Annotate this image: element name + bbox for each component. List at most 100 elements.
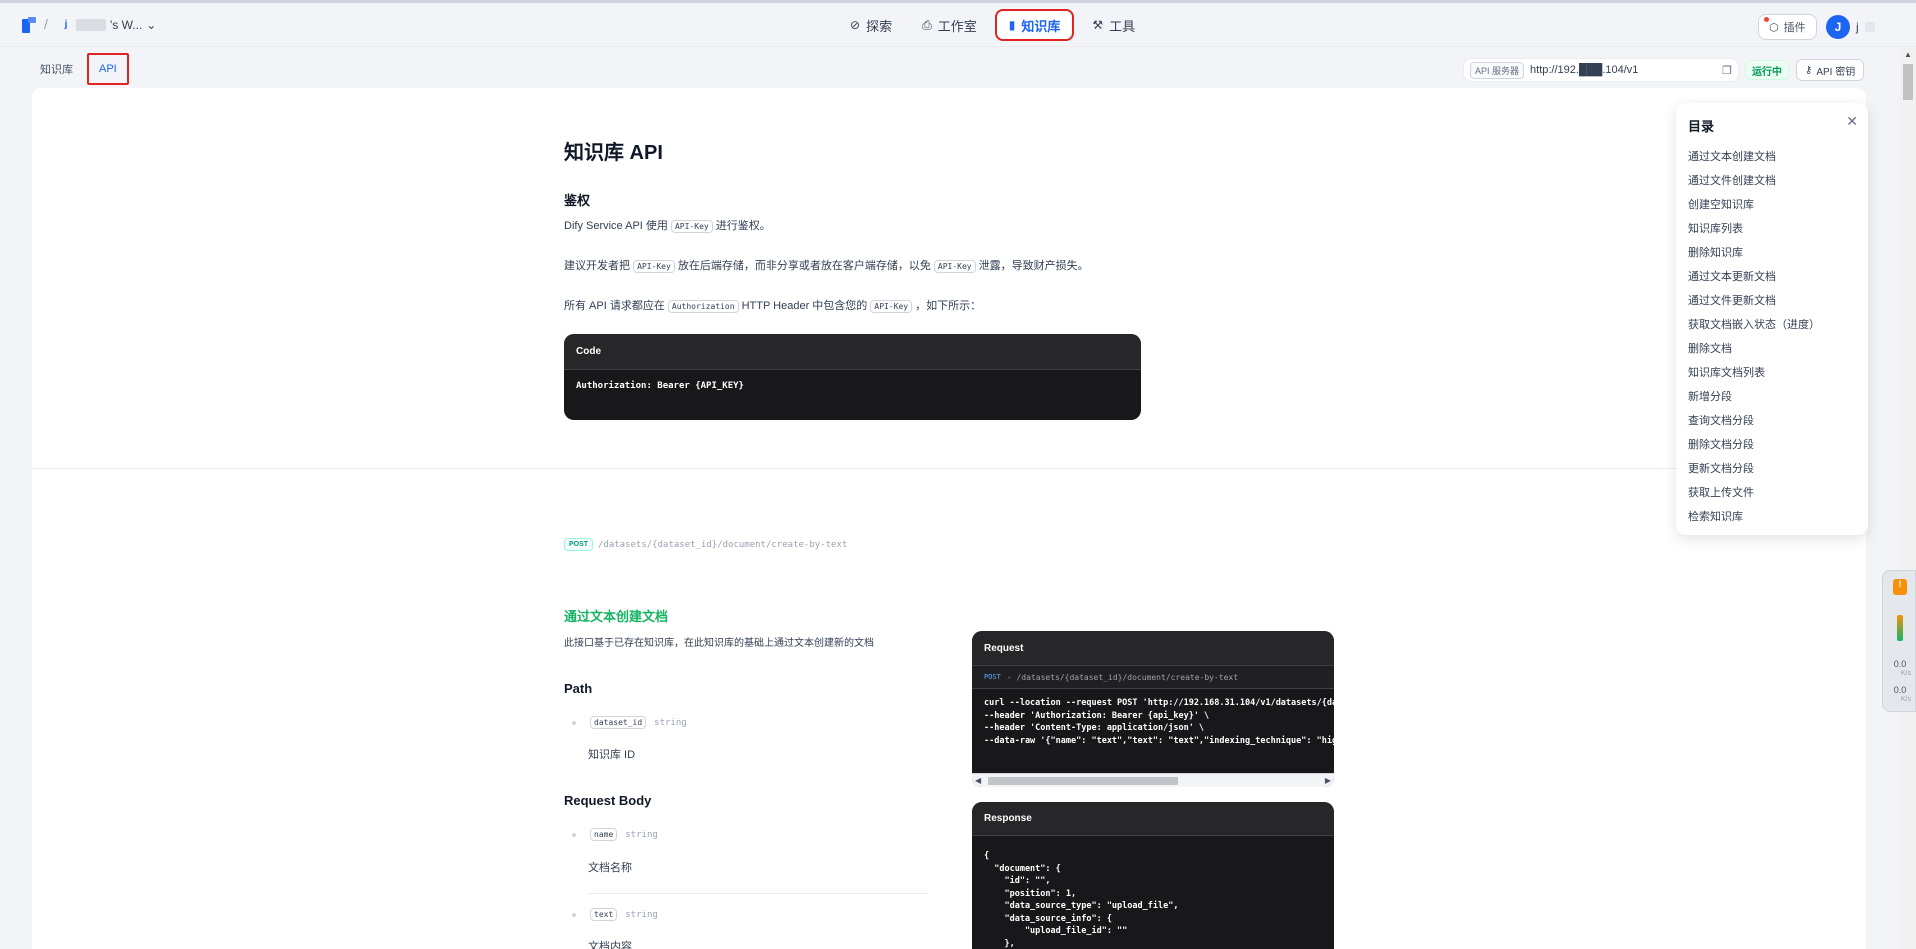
toc-item[interactable]: 获取文档嵌入状态（进度） <box>1688 313 1820 337</box>
tab-knowledge[interactable]: 知识库 <box>30 53 83 85</box>
request-code-block: Request POST - /datasets/{dataset_id}/do… <box>972 631 1334 787</box>
text: 所有 API 请求都应在 <box>564 300 665 312</box>
workspace-selector[interactable]: j 's W... ⌄ <box>60 12 157 38</box>
param-description: 文档内容 <box>588 941 632 949</box>
text: 进行鉴权。 <box>715 220 771 232</box>
toc-item[interactable]: 通过文本更新文档 <box>1688 265 1820 289</box>
auth-paragraph-2: 建议开发者把 API-Key 放在后端存储，而非分享或者放在客户端存储，以免 A… <box>564 257 1089 273</box>
network-speed-widget[interactable]: ! 0.0 K/s 0.0 K/s <box>1882 570 1916 712</box>
toc-item[interactable]: 查询文档分段 <box>1688 409 1820 433</box>
toc-item[interactable]: 更新文档分段 <box>1688 457 1820 481</box>
workspace-avatar: j <box>64 19 68 30</box>
download-unit: K/s <box>1900 696 1911 703</box>
toc-list: 通过文本创建文档 通过文件创建文档 创建空知识库 知识库列表 删除知识库 通过文… <box>1688 145 1820 529</box>
inline-code: Authorization <box>667 300 739 313</box>
param-name-field: name string <box>572 828 658 841</box>
scroll-right-icon[interactable]: ▶ <box>1325 776 1331 785</box>
avatar: J <box>1826 15 1850 39</box>
bullet <box>572 720 576 725</box>
response-title: Response <box>972 802 1334 836</box>
param-description: 文档名称 <box>588 862 632 874</box>
path-heading: Path <box>564 681 593 696</box>
auth-heading: 鉴权 <box>564 193 591 208</box>
divider <box>588 893 928 894</box>
inline-code: API-Key <box>933 260 976 273</box>
download-speed: 0.0 <box>1893 685 1907 695</box>
code-block-body[interactable]: Authorization: Bearer {API_KEY} <box>564 370 1141 403</box>
nav-knowledge[interactable]: ▮ 知识库 <box>994 9 1075 41</box>
horizontal-scrollbar[interactable]: ◀ ▶ <box>972 773 1334 787</box>
copy-icon[interactable]: ❐ <box>1722 64 1732 77</box>
nav-explore[interactable]: ⊘ 探索 <box>838 9 904 41</box>
api-key-label: API 密钥 <box>1816 66 1856 78</box>
scrollbar-thumb[interactable] <box>1903 64 1913 100</box>
request-title: Request <box>972 631 1334 665</box>
section-description: 此接口基于已存在知识库，在此知识库的基础上通过文本创建新的文档 <box>564 638 874 649</box>
response-body[interactable]: { "document": { "id": "", "position": 1,… <box>972 836 1334 949</box>
plugin-button[interactable]: ⬡ 插件 <box>1758 14 1817 40</box>
request-body[interactable]: curl --location --request POST 'http://1… <box>972 689 1334 755</box>
toc-item[interactable]: 创建空知识库 <box>1688 193 1820 217</box>
user-menu[interactable]: J j <box>1826 15 1875 39</box>
scrollbar-thumb[interactable] <box>988 777 1178 785</box>
toc-item[interactable]: 通过文本创建文档 <box>1688 145 1820 169</box>
shield-icon: ! <box>1893 579 1907 595</box>
request-method: POST <box>984 673 1001 681</box>
toc-item[interactable]: 获取上传文件 <box>1688 481 1820 505</box>
toc-item[interactable]: 通过文件更新文档 <box>1688 289 1820 313</box>
text: Dify Service API 使用 <box>564 220 668 232</box>
nav-studio-label: 工作室 <box>937 18 977 34</box>
upload-speed: 0.0 <box>1893 659 1907 669</box>
workspace-name-redacted <box>76 19 106 31</box>
param-description: 知识库 ID <box>588 749 636 761</box>
tab-api[interactable]: API <box>87 53 129 85</box>
nav-tools[interactable]: ⚒ 工具 <box>1080 9 1147 41</box>
param-dataset-id: dataset_id string <box>572 716 687 729</box>
param-text-field: text string <box>572 908 658 921</box>
toc-item[interactable]: 新增分段 <box>1688 385 1820 409</box>
text: HTTP Header 中包含您的 <box>741 300 868 312</box>
param-type: string <box>625 830 658 840</box>
vertical-scrollbar[interactable]: ▲ <box>1900 48 1916 949</box>
inline-code: API-Key <box>670 220 713 233</box>
section-divider <box>32 468 1866 469</box>
text: 泄露，导致财产损失。 <box>978 260 1089 272</box>
param-name: dataset_id <box>590 716 647 729</box>
api-server-box: API 服务器 http://192.███.104/v1 ❐ <box>1463 58 1739 82</box>
toc-item[interactable]: 删除文档分段 <box>1688 433 1820 457</box>
nav-studio[interactable]: ⎙ 工作室 <box>910 9 989 41</box>
scroll-up-icon[interactable]: ▲ <box>1904 50 1912 59</box>
text: ，如下所示： <box>915 300 982 312</box>
scroll-left-icon[interactable]: ◀ <box>975 776 981 785</box>
hammer-icon: ⚒ <box>1092 18 1104 32</box>
param-type: string <box>654 718 687 728</box>
toc-title: 目录 <box>1688 119 1715 134</box>
close-icon[interactable]: ✕ <box>1846 113 1858 130</box>
compass-icon: ⊘ <box>850 18 861 32</box>
toc-item[interactable]: 通过文件创建文档 <box>1688 169 1820 193</box>
toc-item[interactable]: 知识库文档列表 <box>1688 361 1820 385</box>
response-code-block: Response { "document": { "id": "", "posi… <box>972 802 1334 949</box>
param-type: string <box>625 910 658 920</box>
param-name: text <box>590 908 618 921</box>
status-badge: 运行中 <box>1745 60 1789 80</box>
request-path: - /datasets/{dataset_id}/document/create… <box>1006 672 1239 682</box>
request-body-heading: Request Body <box>564 793 652 808</box>
book-icon: ▮ <box>1008 18 1016 32</box>
param-name: name <box>590 828 618 841</box>
bullet <box>572 912 576 917</box>
top-navigation-bar: / j 's W... ⌄ ⊘ 探索 ⎙ 工作室 ▮ 知识库 ⚒ 工具 ⬡ 插件 J j <box>0 3 1916 47</box>
workspace-name-suffix: 's W... <box>110 18 143 32</box>
bullet <box>572 832 576 837</box>
auth-code-block: Code Authorization: Bearer {API_KEY} <box>564 334 1141 420</box>
plugin-label: 插件 <box>1783 22 1806 34</box>
notification-dot <box>1764 17 1769 22</box>
section-title[interactable]: 通过文本创建文档 <box>564 606 668 625</box>
api-key-button[interactable]: ⚷ API 密钥 <box>1796 59 1865 81</box>
toc-item[interactable]: 删除文档 <box>1688 337 1820 361</box>
dify-logo[interactable] <box>22 17 36 33</box>
toc-item[interactable]: 检索知识库 <box>1688 505 1820 529</box>
toc-item[interactable]: 知识库列表 <box>1688 217 1820 241</box>
toc-item[interactable]: 删除知识库 <box>1688 241 1820 265</box>
nav-knowledge-label: 知识库 <box>1021 18 1061 34</box>
